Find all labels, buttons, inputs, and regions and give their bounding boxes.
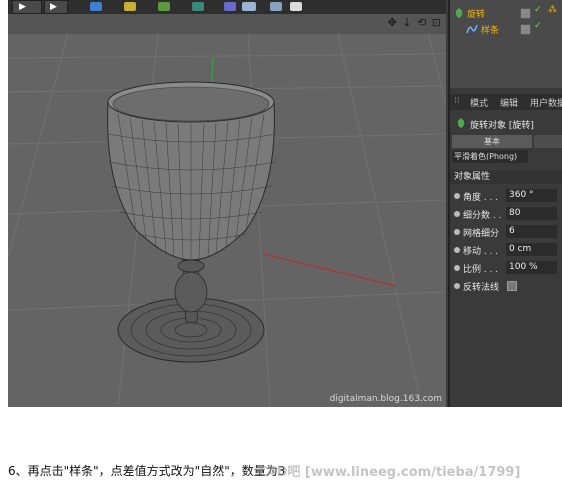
animate-dot-icon[interactable] [454,229,460,235]
param-reverse-normals: 反转法线 [450,278,562,294]
tutorial-caption: 6、再点击"样条"，点差值方式改为"自然"，数量为3 [8,464,286,478]
animate-dot-icon[interactable] [454,283,460,289]
param-subdivision: 细分数 . . 80 [450,206,562,222]
camera-icon[interactable] [270,2,282,11]
scaling-field[interactable]: 100 % [506,261,557,274]
check-icon[interactable]: ✓ [534,5,542,15]
caption-watermark: C4D吧 [www.lineeg.com/tieba/1799] [258,465,521,480]
light-icon[interactable] [290,2,302,11]
pen-icon[interactable] [124,2,136,11]
param-label: 移动 . . . [463,247,499,257]
tab-basic[interactable]: 基本 [452,135,532,148]
c4d-screenshot: ▶ ▶ ✥ ↓ ⟲ ⊡ digitalman.blog.163.com 旋转 样… [8,0,562,407]
menu-edit[interactable]: 编辑 [500,96,518,109]
lathe-nurbs-icon [457,118,465,128]
play-icon: ▶ [19,2,26,12]
object-properties-header: 对象属性 [450,170,562,184]
tab-coordinates[interactable] [534,135,562,148]
watermark-text: digitalman.blog.163.com [329,394,442,404]
cube-icon[interactable] [90,2,102,11]
param-label: 比例 . . . [463,265,499,275]
param-label: 反转法线 [463,283,500,293]
3d-viewport[interactable]: ▶ ▶ ✥ ↓ ⟲ ⊡ digitalman.blog.163.com [8,0,446,407]
object-row-lathe[interactable]: 旋转 [454,6,485,20]
viewport-scene [8,34,446,407]
object-label-spline: 样条 [481,25,500,36]
param-label: 网格细分 [463,229,500,239]
viewport-menu-bar [8,14,446,34]
param-scaling: 比例 . . . 100 % [450,260,562,276]
object-manager: 旋转 样条 ✓ ✓ ⁂ [450,0,562,88]
tag-icon[interactable]: ⁂ [548,5,557,15]
attribute-menu-bar: ⁞⁞ 模式 编辑 用户数据 [450,94,562,110]
attribute-object-title: 旋转对象 [旋转] [450,114,562,132]
spline-icon [466,24,478,34]
reverse-normals-checkbox[interactable] [507,281,517,291]
isoparm-field[interactable]: 6 [506,225,557,238]
animate-dot-icon[interactable] [454,247,460,253]
right-panel: 旋转 样条 ✓ ✓ ⁂ ⁞⁞ 模式 编辑 用户数据 旋转对象 [旋转] 基本 平… [448,0,562,407]
menu-user-data[interactable]: 用户数据 [530,96,562,109]
animate-dot-icon[interactable] [454,193,460,199]
grip-icon: ⁞⁞ [454,96,460,106]
layer-toggle[interactable] [520,8,531,19]
angle-field[interactable]: 360 ° [506,189,557,202]
viewport-nav-icons[interactable]: ✥ ↓ ⟲ ⊡ [388,16,442,29]
scene-icon[interactable] [242,2,256,11]
movement-field[interactable]: 0 cm [506,243,557,256]
lathe-nurbs-icon [455,8,463,18]
param-isoparm: 网格细分 6 [450,224,562,240]
param-label: 细分数 . . [463,211,502,221]
param-movement: 移动 . . . 0 cm [450,242,562,258]
param-label: 角度 . . . [463,193,499,203]
param-angle: 角度 . . . 360 ° [450,188,562,204]
goblet-mesh[interactable] [107,81,277,363]
nurbs-icon[interactable] [158,2,170,11]
deformer-icon[interactable] [224,2,236,11]
object-row-spline[interactable]: 样条 [466,22,499,36]
layer-toggle[interactable] [520,24,531,35]
animate-dot-icon[interactable] [454,211,460,217]
x-axis-line [262,253,397,287]
viewport-toolbar: ▶ ▶ [8,0,446,14]
menu-mode[interactable]: 模式 [470,96,488,109]
object-label-lathe: 旋转 [467,9,486,20]
play-icon: ▶ [50,2,57,12]
subdivision-field[interactable]: 80 [506,207,557,220]
animate-dot-icon[interactable] [454,265,460,271]
object-title-text: 旋转对象 [旋转] [470,121,534,131]
tab-phong[interactable]: 平滑着色(Phong) [452,150,528,163]
redo-button[interactable]: ▶ [44,0,68,14]
undo-button[interactable]: ▶ [12,0,42,14]
array-icon[interactable] [192,2,204,11]
check-icon[interactable]: ✓ [534,21,542,31]
